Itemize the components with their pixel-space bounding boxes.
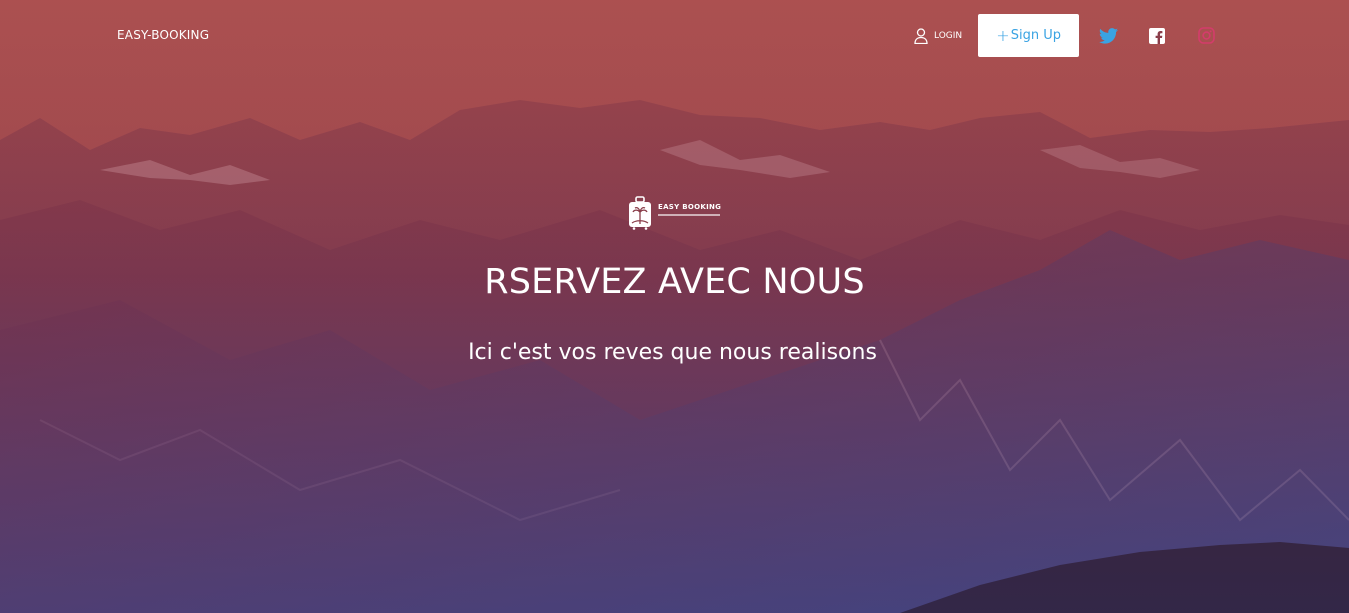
login-label: LOGIN bbox=[934, 30, 963, 41]
signup-label: Sign Up bbox=[1010, 28, 1061, 43]
logo-tagline-line bbox=[658, 214, 720, 216]
plus-icon: + bbox=[996, 26, 1010, 45]
twitter-link[interactable] bbox=[1097, 25, 1119, 47]
login-link[interactable]: LOGIN bbox=[914, 27, 963, 44]
signup-button[interactable]: + Sign Up bbox=[978, 14, 1080, 57]
hero-section: EASY-BOOKING LOGIN + Sign Up EASY BOOKIN… bbox=[0, 0, 1349, 613]
hero-title: RSERVEZ AVEC NOUS bbox=[484, 262, 865, 302]
color-overlay bbox=[0, 0, 1349, 613]
easy-booking-logo: EASY BOOKING bbox=[628, 196, 728, 232]
instagram-icon bbox=[1197, 27, 1215, 44]
instagram-link[interactable] bbox=[1195, 25, 1217, 47]
logo-text: EASY BOOKING bbox=[658, 203, 722, 211]
twitter-icon bbox=[1098, 27, 1118, 44]
brand-link[interactable]: EASY-BOOKING bbox=[117, 28, 209, 42]
facebook-link[interactable] bbox=[1146, 25, 1168, 47]
user-icon bbox=[914, 27, 928, 44]
nav-right: LOGIN + Sign Up bbox=[914, 14, 1217, 57]
hero-subtitle: Ici c'est vos reves que nous realisons bbox=[468, 340, 877, 365]
suitcase-palm-icon bbox=[629, 196, 651, 230]
facebook-icon bbox=[1149, 27, 1166, 44]
